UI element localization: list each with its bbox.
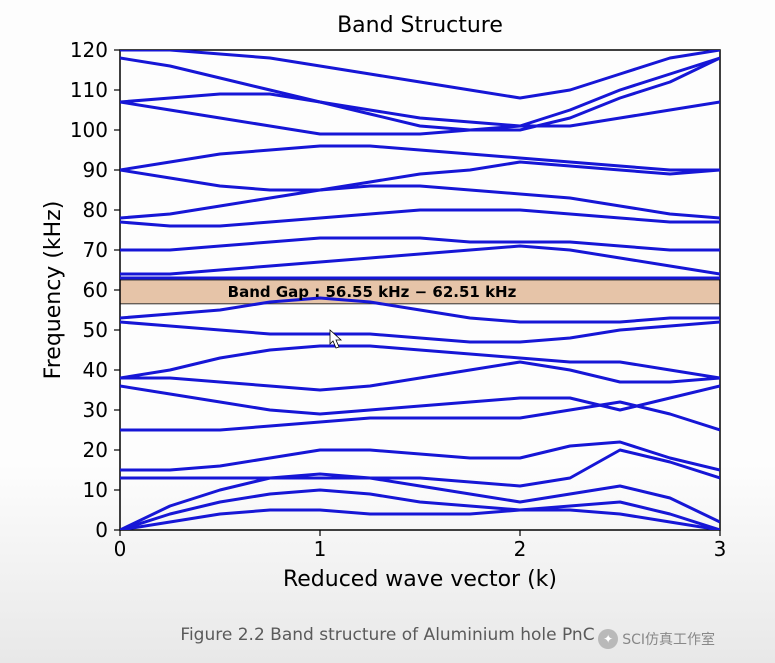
chart-title: Band Structure: [337, 13, 503, 38]
watermark: ✦ SCI仿真工作室: [598, 629, 715, 649]
svg-text:0: 0: [95, 518, 108, 542]
band-b10: [120, 322, 720, 342]
svg-text:3: 3: [714, 537, 727, 561]
svg-text:0: 0: [114, 537, 127, 561]
svg-text:100: 100: [70, 118, 108, 142]
band-b8: [120, 362, 720, 390]
band-b2: [120, 490, 720, 530]
svg-text:40: 40: [83, 358, 108, 382]
y-axis-label: Frequency (kHz): [41, 201, 66, 380]
band-b9: [120, 346, 720, 378]
svg-text:30: 30: [83, 398, 108, 422]
svg-text:2: 2: [514, 537, 527, 561]
svg-text:70: 70: [83, 238, 108, 262]
svg-text:80: 80: [83, 198, 108, 222]
band-gap-label: Band Gap : 56.55 kHz − 62.51 kHz: [228, 283, 517, 301]
band-structure-chart: 01230102030405060708090100110120Reduced …: [40, 10, 740, 600]
band-b5: [120, 442, 720, 470]
band-b22: [120, 50, 720, 98]
svg-text:110: 110: [70, 78, 108, 102]
wechat-icon: ✦: [598, 629, 618, 649]
x-axis-label: Reduced wave vector (k): [283, 567, 557, 592]
svg-text:10: 10: [83, 478, 108, 502]
band-b15: [120, 210, 720, 226]
svg-text:1: 1: [314, 537, 327, 561]
svg-text:90: 90: [83, 158, 108, 182]
svg-text:20: 20: [83, 438, 108, 462]
svg-text:50: 50: [83, 318, 108, 342]
watermark-text: SCI仿真工作室: [622, 629, 715, 649]
svg-text:60: 60: [83, 278, 108, 302]
band-b7: [120, 386, 720, 414]
band-b13: [120, 246, 720, 274]
band-b16: [120, 186, 720, 218]
svg-text:120: 120: [70, 38, 108, 62]
band-b14: [120, 238, 720, 250]
chart-svg: 01230102030405060708090100110120Reduced …: [40, 10, 740, 600]
band-b1: [120, 510, 720, 530]
band-b18: [120, 146, 720, 170]
